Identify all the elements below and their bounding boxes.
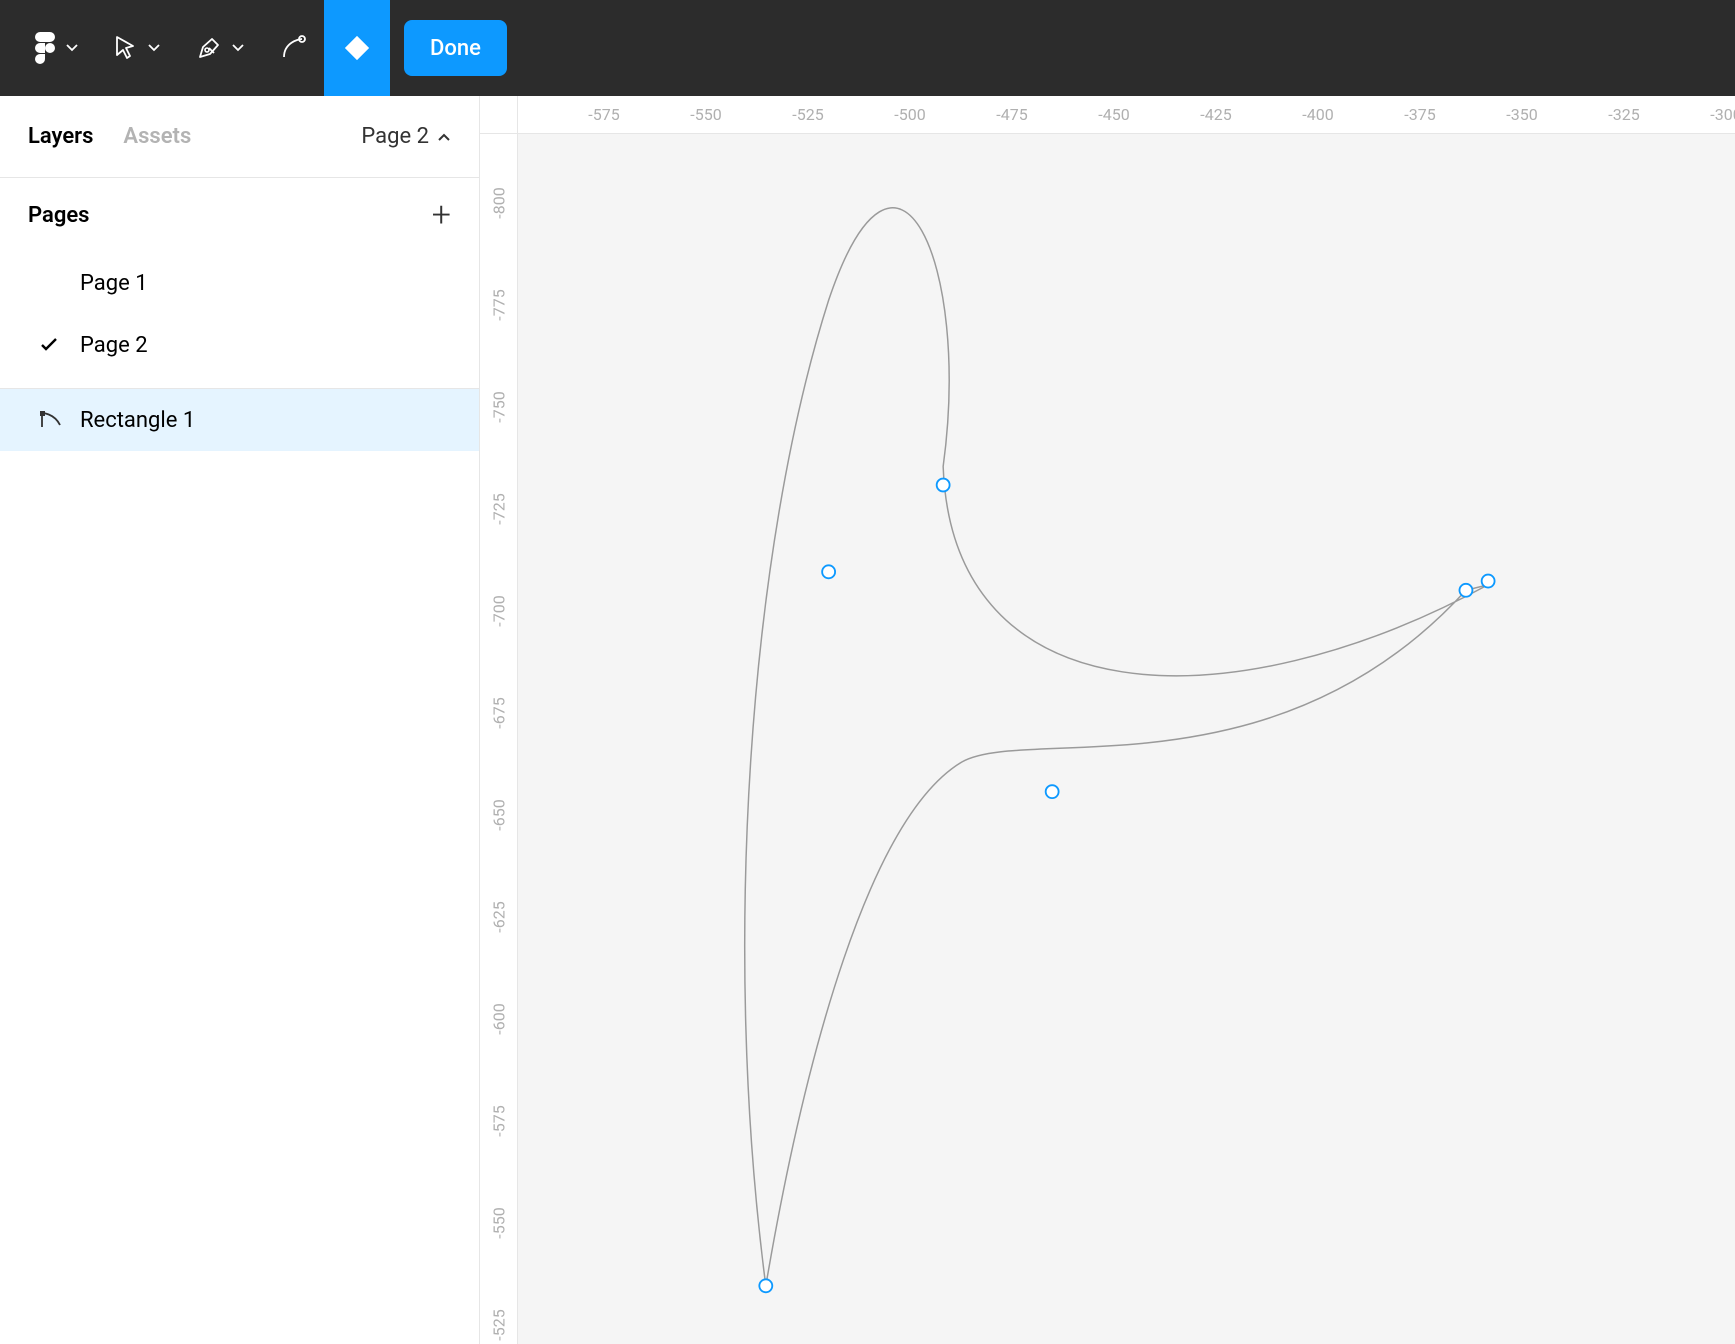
vector-path[interactable] xyxy=(745,208,1488,1286)
layer-name: Rectangle 1 xyxy=(80,408,195,433)
page-name: Page 2 xyxy=(80,333,148,358)
ruler-tick: -700 xyxy=(490,592,509,630)
ruler-tick: -425 xyxy=(1200,96,1231,134)
ruler-vertical[interactable]: -800 -775 -750 -725 -700 -675 -650 -625 -600 -575… xyxy=(480,134,518,1344)
pages-header: Pages + xyxy=(0,178,479,252)
ruler-tick: -350 xyxy=(1506,96,1537,134)
ruler-tick: -775 xyxy=(490,286,509,324)
ruler-tick: -575 xyxy=(490,1102,509,1140)
chevron-down-icon xyxy=(232,44,244,52)
ruler-tick: -300 xyxy=(1710,96,1735,134)
move-tool[interactable] xyxy=(96,0,178,96)
page-item[interactable]: Page 1 xyxy=(0,252,479,314)
sidebar-header: Layers Assets Page 2 xyxy=(0,96,479,178)
chevron-down-icon xyxy=(148,44,160,52)
anchor-point[interactable] xyxy=(1046,785,1059,798)
ruler-horizontal[interactable]: -575 -550 -525 -500 -475 -450 -425 -400 -375 -350… xyxy=(518,96,1735,134)
done-button[interactable]: Done xyxy=(404,20,507,76)
sidebar: Layers Assets Page 2 Pages + Page 1 Page… xyxy=(0,96,480,1344)
pages-title: Pages xyxy=(28,203,89,228)
pages-section: Pages + Page 1 Page 2 xyxy=(0,178,479,389)
page-selector[interactable]: Page 2 xyxy=(361,124,451,149)
ruler-tick: -575 xyxy=(588,96,619,134)
ruler-tick: -475 xyxy=(996,96,1027,134)
ruler-tick: -650 xyxy=(490,796,509,834)
chevron-down-icon xyxy=(66,44,78,52)
pen-icon xyxy=(196,35,222,61)
ruler-tick: -525 xyxy=(490,1306,509,1344)
layer-item[interactable]: Rectangle 1 xyxy=(0,389,479,451)
paint-bucket-tool[interactable] xyxy=(324,0,390,96)
anchor-point[interactable] xyxy=(822,565,835,578)
page-selector-label: Page 2 xyxy=(361,124,429,149)
anchor-point[interactable] xyxy=(937,479,950,492)
toolbar: Done xyxy=(0,0,1735,96)
vector-edit-layer[interactable] xyxy=(518,134,1735,1344)
main: Layers Assets Page 2 Pages + Page 1 Page… xyxy=(0,96,1735,1344)
chevron-up-icon xyxy=(437,132,451,142)
ruler-tick: -550 xyxy=(490,1204,509,1242)
ruler-tick: -625 xyxy=(490,898,509,936)
ruler-tick: -725 xyxy=(490,490,509,528)
canvas[interactable] xyxy=(518,134,1735,1344)
tab-assets[interactable]: Assets xyxy=(123,124,191,149)
add-page-button[interactable]: + xyxy=(432,198,451,232)
ruler-tick: -500 xyxy=(894,96,925,134)
paint-bucket-icon xyxy=(342,33,372,63)
ruler-tick: -325 xyxy=(1608,96,1639,134)
ruler-tick: -525 xyxy=(792,96,823,134)
bend-icon xyxy=(280,35,306,61)
bend-tool[interactable] xyxy=(262,0,324,96)
vector-layer-icon xyxy=(40,411,66,429)
ruler-tick: -375 xyxy=(1404,96,1435,134)
anchor-point[interactable] xyxy=(759,1279,772,1292)
canvas-area: -575 -550 -525 -500 -475 -450 -425 -400 -375 -350… xyxy=(480,96,1735,1344)
pen-tool[interactable] xyxy=(178,0,262,96)
anchor-point[interactable] xyxy=(1459,584,1472,597)
page-item[interactable]: Page 2 xyxy=(0,314,479,376)
figma-logo-icon xyxy=(34,32,56,64)
ruler-tick: -750 xyxy=(490,388,509,426)
figma-menu[interactable] xyxy=(16,0,96,96)
tab-layers[interactable]: Layers xyxy=(28,124,93,149)
anchor-point[interactable] xyxy=(1482,575,1495,588)
ruler-tick: -800 xyxy=(490,184,509,222)
cursor-icon xyxy=(114,35,138,61)
page-check-icon xyxy=(40,338,70,352)
page-name: Page 1 xyxy=(80,271,148,296)
ruler-tick: -600 xyxy=(490,1000,509,1038)
ruler-corner xyxy=(480,96,518,134)
ruler-tick: -550 xyxy=(690,96,721,134)
ruler-tick: -450 xyxy=(1098,96,1129,134)
ruler-tick: -675 xyxy=(490,694,509,732)
ruler-tick: -400 xyxy=(1302,96,1333,134)
